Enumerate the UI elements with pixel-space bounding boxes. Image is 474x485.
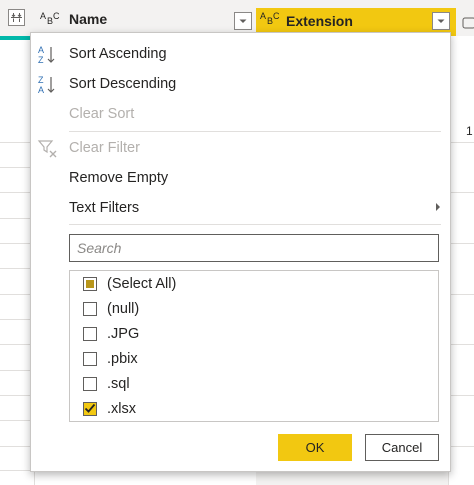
list-item-label: .sql <box>107 376 130 392</box>
column-name-label: Name <box>69 11 108 27</box>
grid-line <box>0 446 34 447</box>
list-item-pbix[interactable]: .pbix <box>70 347 438 371</box>
remove-empty-item[interactable]: Remove Empty <box>31 163 450 193</box>
ok-button[interactable]: OK <box>278 434 352 461</box>
table-menu-button[interactable] <box>8 9 25 26</box>
checkbox-indeterminate[interactable] <box>83 277 97 291</box>
clear-filter-label: Clear Filter <box>69 140 140 156</box>
grid-line <box>0 268 34 269</box>
grid-line <box>0 294 34 295</box>
next-column-cells <box>448 36 474 485</box>
list-item-label: (null) <box>107 301 140 317</box>
list-item-jpg[interactable]: .JPG <box>70 322 438 346</box>
grid-line <box>448 344 474 345</box>
cancel-button[interactable]: Cancel <box>365 434 439 461</box>
svg-text:C: C <box>53 11 60 21</box>
svg-text:Z: Z <box>38 75 44 85</box>
checkbox-checked[interactable] <box>83 402 97 416</box>
grid-line <box>0 218 34 219</box>
grid-line <box>0 142 34 143</box>
svg-text:A: A <box>260 11 266 21</box>
checkbox[interactable] <box>83 302 97 316</box>
cell-value: 1 <box>466 124 473 138</box>
column-filter-dropdown-button[interactable] <box>432 12 450 30</box>
grid-line <box>0 192 34 193</box>
chevron-down-icon <box>437 19 445 23</box>
sort-ascending-label: Sort Ascending <box>69 46 167 62</box>
grid-line <box>448 294 474 295</box>
column-filter-dropdown-button[interactable] <box>234 12 252 30</box>
grid-line <box>448 142 474 143</box>
sort-descending-item[interactable]: Z A Sort Descending <box>31 69 450 99</box>
chevron-right-icon <box>436 203 440 211</box>
checkbox[interactable] <box>83 352 97 366</box>
grid-line <box>448 395 474 396</box>
svg-text:C: C <box>273 11 280 21</box>
list-item-null[interactable]: (null) <box>70 297 438 321</box>
table-menu-icon <box>11 13 22 22</box>
grid-line <box>0 395 34 396</box>
grid-line <box>0 319 34 320</box>
grid-line <box>0 344 34 345</box>
svg-text:A: A <box>40 11 46 21</box>
list-item-label: .xlsx <box>107 401 136 417</box>
checkbox[interactable] <box>83 377 97 391</box>
grid-line <box>448 192 474 193</box>
sort-descending-label: Sort Descending <box>69 76 177 92</box>
grid-line <box>0 167 34 168</box>
sort-descending-icon: Z A <box>38 75 55 95</box>
checkbox[interactable] <box>83 327 97 341</box>
sort-ascending-icon: A Z <box>38 45 55 65</box>
list-item-xlsx[interactable]: .xlsx <box>70 397 438 421</box>
selected-column-cells <box>256 470 448 485</box>
clear-sort-item: Clear Sort <box>31 99 450 129</box>
checkmark-icon <box>84 403 96 413</box>
list-item-label: (Select All) <box>107 276 177 292</box>
column-filter-menu: A Z Sort Ascending Z A Sort Descending C… <box>30 32 451 472</box>
abc-text-type-icon[interactable]: A B C <box>260 9 286 27</box>
grid-line <box>0 370 34 371</box>
svg-text:Z: Z <box>38 55 44 65</box>
column-quality-bar <box>0 36 34 40</box>
grid-line <box>448 243 474 244</box>
clear-filter-icon <box>37 140 57 158</box>
column-type-icon[interactable] <box>462 16 474 30</box>
list-item-label: .pbix <box>107 351 138 367</box>
filter-values-list: (Select All) (null) .JPG .pbix .sql .xls… <box>69 270 439 422</box>
menu-separator <box>69 131 441 132</box>
grid-line <box>0 243 34 244</box>
list-item-select-all[interactable]: (Select All) <box>70 272 438 296</box>
chevron-down-icon <box>239 19 247 23</box>
clear-sort-label: Clear Sort <box>69 106 135 122</box>
svg-text:A: A <box>38 85 44 95</box>
list-item-sql[interactable]: .sql <box>70 372 438 396</box>
menu-separator <box>69 224 441 225</box>
grid-line <box>0 420 34 421</box>
clear-filter-item: Clear Filter <box>31 133 450 163</box>
text-filters-item[interactable]: Text Filters <box>31 193 450 223</box>
column-extension-label: Extension <box>286 13 353 29</box>
text-filters-label: Text Filters <box>69 200 140 216</box>
sort-ascending-item[interactable]: A Z Sort Ascending <box>31 39 450 69</box>
search-input[interactable] <box>69 234 439 262</box>
remove-empty-label: Remove Empty <box>69 170 169 186</box>
list-item-label: .JPG <box>107 326 140 342</box>
grid-line <box>0 470 34 471</box>
svg-text:A: A <box>38 45 44 55</box>
abc-text-type-icon[interactable]: A B C <box>40 9 66 27</box>
grid-line <box>448 446 474 447</box>
